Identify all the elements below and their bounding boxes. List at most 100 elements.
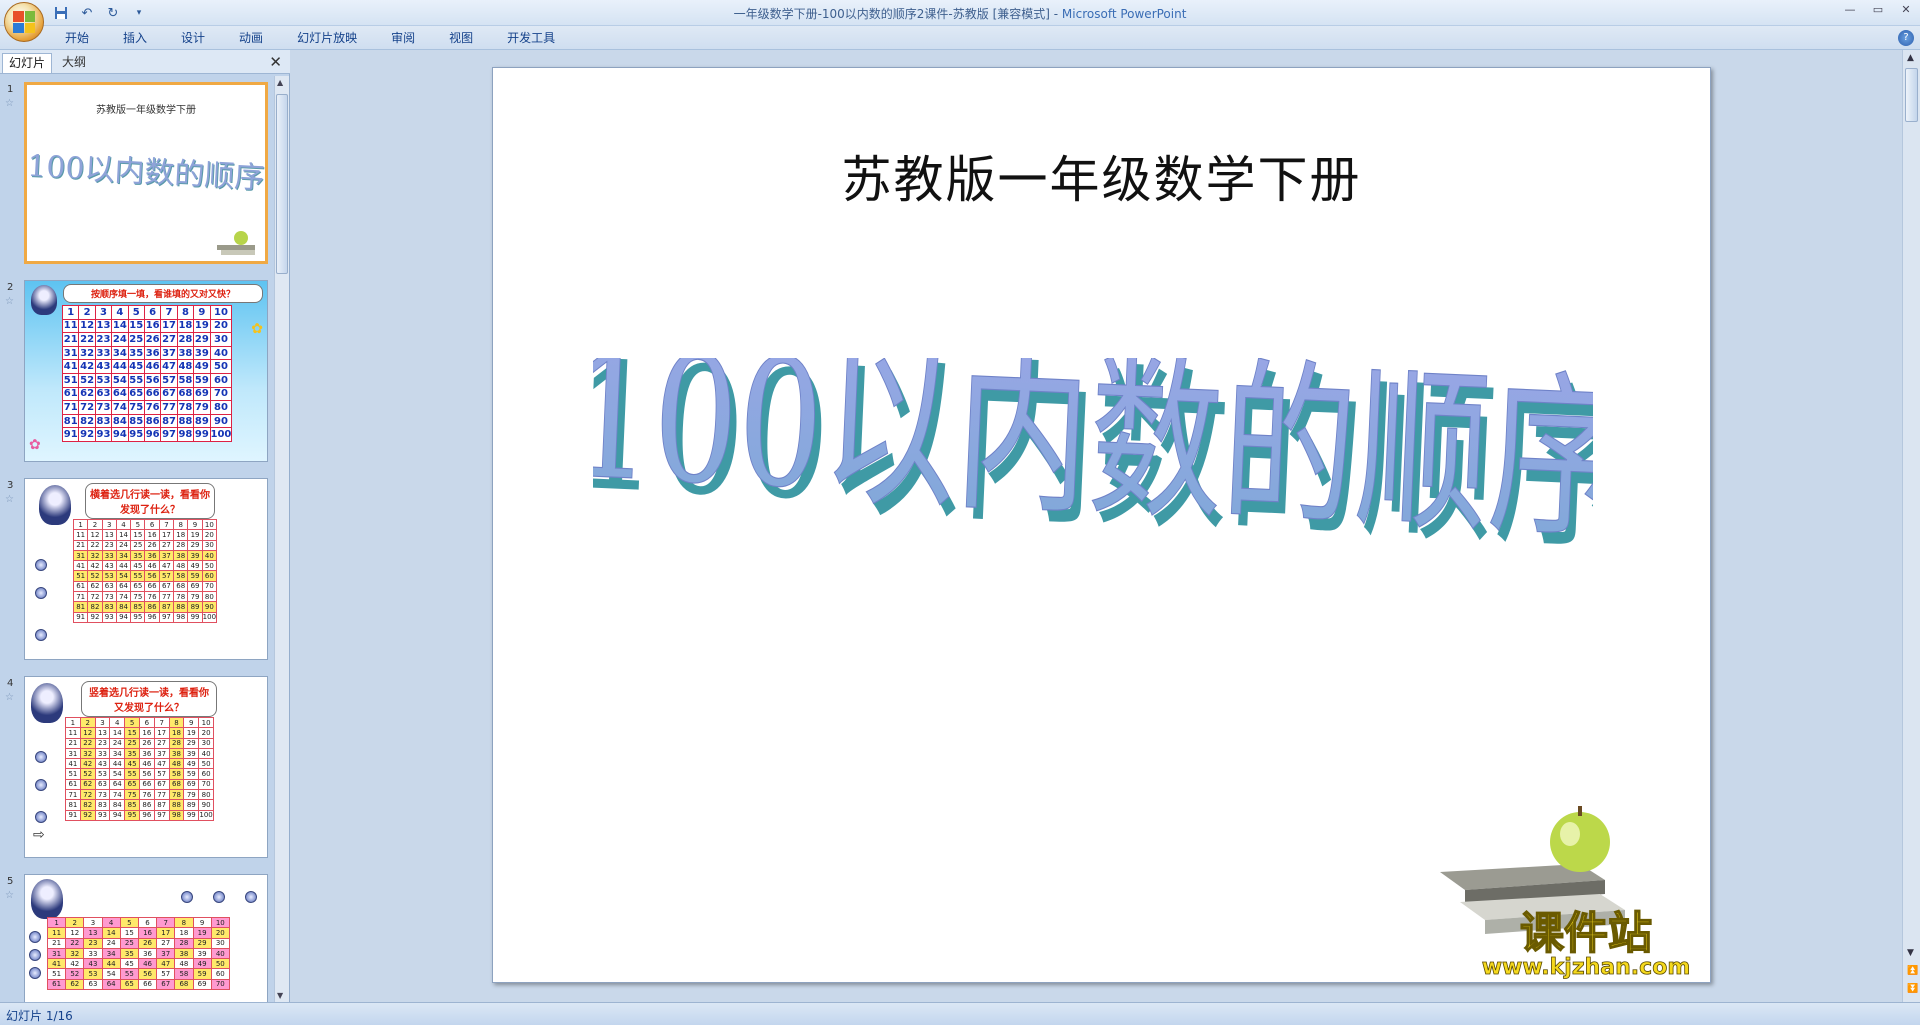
next-slide-icon[interactable]: ⏬ bbox=[1907, 984, 1918, 994]
flower-icon: ✿ bbox=[251, 321, 263, 337]
site-brand-logo: 课件站 www.kjzhan.com bbox=[1481, 907, 1690, 980]
tab-design[interactable]: 设计 bbox=[164, 30, 222, 46]
grid-cell: 18 bbox=[173, 529, 189, 541]
grid-cell: 30 bbox=[198, 737, 214, 749]
grid-cell: 79 bbox=[183, 789, 200, 801]
help-icon[interactable]: ? bbox=[1898, 30, 1914, 46]
thumbnail-slide-4[interactable]: 竖着选几行读一读，看看你又发现了什么？ 1 2 3 4 5 6 7 8 9 10 11 12 13 14 1… bbox=[24, 676, 268, 858]
grid-cell: 77 bbox=[160, 400, 178, 415]
animation-star-icon: ☆ bbox=[5, 98, 14, 109]
thumbnail-slide-1[interactable]: 苏教版一年级数学下册 100以内数的顺序 bbox=[24, 82, 268, 264]
grid-cell: 33 bbox=[83, 947, 103, 960]
minimize-icon[interactable]: — bbox=[1842, 2, 1858, 16]
grid-cell: 47 bbox=[156, 958, 176, 970]
grid-cell: 25 bbox=[124, 737, 140, 749]
tab-animation[interactable]: 动画 bbox=[222, 30, 280, 46]
maximize-icon[interactable]: ▭ bbox=[1870, 2, 1886, 16]
grid-cell: 96 bbox=[144, 611, 160, 623]
grid-cell: 42 bbox=[65, 958, 85, 970]
close-window-icon[interactable]: ✕ bbox=[1898, 2, 1914, 16]
raccoon-icon bbox=[39, 485, 71, 525]
scroll-down-icon[interactable]: ▼ bbox=[1907, 948, 1914, 958]
previous-slide-icon[interactable]: ⏫ bbox=[1907, 966, 1918, 976]
panel-tabs: 幻灯片 大纲 ✕ bbox=[0, 50, 290, 74]
scrollbar-thumb[interactable] bbox=[276, 94, 288, 274]
grid-cell: 76 bbox=[144, 591, 160, 603]
scroll-up-icon[interactable]: ▲ bbox=[277, 78, 283, 87]
thumbnail-number: 3 bbox=[7, 480, 14, 491]
window-title: 一年级数学下册-100以内数的顺序2课件-苏教版 [兼容模式] - Micros… bbox=[0, 5, 1920, 22]
ribbon: 开始 插入 设计 动画 幻灯片放映 审阅 视图 开发工具 ? bbox=[0, 26, 1920, 50]
grid-cell: 86 bbox=[144, 601, 160, 613]
grid-cell: 16 bbox=[143, 318, 162, 334]
tab-slideshow[interactable]: 幻灯片放映 bbox=[280, 30, 374, 46]
scroll-down-icon[interactable]: ▼ bbox=[277, 991, 283, 1000]
grid-row: 31 32 33 34 35 36 37 38 39 40 bbox=[72, 549, 218, 562]
thumbnail-slide-5[interactable]: 1 2 3 4 5 6 7 8 9 10 11 12 13 14 15 16 17 18 19 20 21 22 23 24 2… bbox=[24, 874, 268, 1002]
office-button[interactable] bbox=[4, 2, 44, 42]
thumbnail-slide-3[interactable]: 横着选几行读一读，看看你发现了什么？ 1 2 3 4 5 6 7 8 9 10 11 12 13 14 15… bbox=[24, 478, 268, 660]
grid-cell: 1 bbox=[65, 716, 81, 729]
grid-cell: 61 bbox=[65, 778, 81, 791]
grid-cell: 28 bbox=[168, 737, 185, 749]
tab-developer[interactable]: 开发工具 bbox=[490, 30, 572, 46]
slide-title-wordart[interactable]: 100以内数的顺序 100以内数的顺序 bbox=[593, 358, 1593, 588]
grid-cell: 20 bbox=[201, 529, 218, 541]
animation-star-icon: ☆ bbox=[5, 296, 14, 307]
grid-cell: 36 bbox=[137, 947, 158, 960]
grid-row: 1 2 3 4 5 6 7 8 9 10 bbox=[65, 716, 214, 729]
grid-cell: 1 bbox=[72, 518, 89, 531]
grid-cell: 77 bbox=[153, 789, 170, 801]
tab-review[interactable]: 审阅 bbox=[374, 30, 432, 46]
grid-cell: 28 bbox=[174, 937, 194, 949]
grid-cell: 14 bbox=[101, 927, 121, 939]
grid-cell: 64 bbox=[115, 580, 132, 593]
scroll-up-icon[interactable]: ▲ bbox=[1907, 53, 1914, 63]
scrollbar-thumb[interactable] bbox=[1905, 68, 1918, 122]
grid-cell: 16 bbox=[144, 529, 160, 541]
grid-cell: 15 bbox=[124, 727, 140, 739]
grid-cell: 74 bbox=[115, 591, 132, 603]
thumbnail-scrollbar[interactable]: ▲ ▼ bbox=[274, 76, 289, 1002]
grid-cell: 10 bbox=[201, 518, 218, 531]
current-slide[interactable]: 苏教版一年级数学下册 100以内数的顺序 100以内数的顺序 课件站 www.k… bbox=[492, 67, 1711, 983]
grid-cell: 47 bbox=[160, 359, 178, 374]
grid-cell: 19 bbox=[193, 318, 211, 334]
grid-cell: 27 bbox=[153, 737, 170, 749]
grid-cell: 5 bbox=[127, 305, 145, 320]
grid-cell: 13 bbox=[101, 529, 117, 541]
number-grid: 1 2 3 4 5 6 7 8 9 10 11 12 13 14 15 16 17 18 19 20 21 22 23 24 2… bbox=[61, 305, 233, 442]
grid-row: 11 12 13 14 15 16 17 18 19 20 bbox=[46, 927, 230, 939]
grid-cell: 37 bbox=[156, 947, 176, 960]
grid-cell: 56 bbox=[137, 968, 158, 980]
grid-cell: 7 bbox=[153, 716, 170, 729]
tab-view[interactable]: 视图 bbox=[432, 30, 490, 46]
tab-slides[interactable]: 幻灯片 bbox=[2, 53, 53, 73]
grid-cell: 51 bbox=[72, 570, 89, 582]
grid-cell: 40 bbox=[210, 947, 230, 960]
grid-cell: 17 bbox=[160, 318, 178, 334]
tab-outline[interactable]: 大纲 bbox=[56, 53, 92, 73]
grid-cell: 94 bbox=[109, 809, 126, 821]
tab-home[interactable]: 开始 bbox=[48, 30, 106, 46]
grid-cell: 22 bbox=[65, 937, 85, 949]
grid-cell: 43 bbox=[83, 958, 103, 970]
grid-cell: 68 bbox=[173, 580, 189, 593]
tab-insert[interactable]: 插入 bbox=[106, 30, 164, 46]
grid-row: 41 42 43 44 45 46 47 48 49 50 bbox=[65, 758, 214, 770]
grid-cell: 42 bbox=[79, 758, 96, 770]
grid-cell: 50 bbox=[210, 958, 230, 970]
thumbnail-slide-2[interactable]: 按顺序填一填，看谁填的又对又快？ 1 2 3 4 5 6 7 8 9 10 11 12 13 14 15 16… bbox=[24, 280, 268, 462]
grid-cell: 62 bbox=[65, 978, 85, 991]
grid-cell: 22 bbox=[79, 737, 96, 749]
grid-row: 31 32 33 34 35 36 37 38 39 40 bbox=[46, 947, 230, 960]
option-circle-icon bbox=[245, 891, 257, 903]
slide-subtitle[interactable]: 苏教版一年级数学下册 bbox=[493, 140, 1710, 212]
grid-cell: 29 bbox=[187, 539, 203, 551]
slide-scrollbar[interactable]: ▲ ▼ ⏫ ⏬ bbox=[1902, 50, 1920, 1002]
grid-cell: 2 bbox=[87, 518, 103, 531]
grid-cell: 60 bbox=[198, 768, 214, 780]
grid-cell: 78 bbox=[173, 591, 189, 603]
panel-close-icon[interactable]: ✕ bbox=[269, 53, 282, 71]
grid-cell: 66 bbox=[138, 778, 155, 791]
